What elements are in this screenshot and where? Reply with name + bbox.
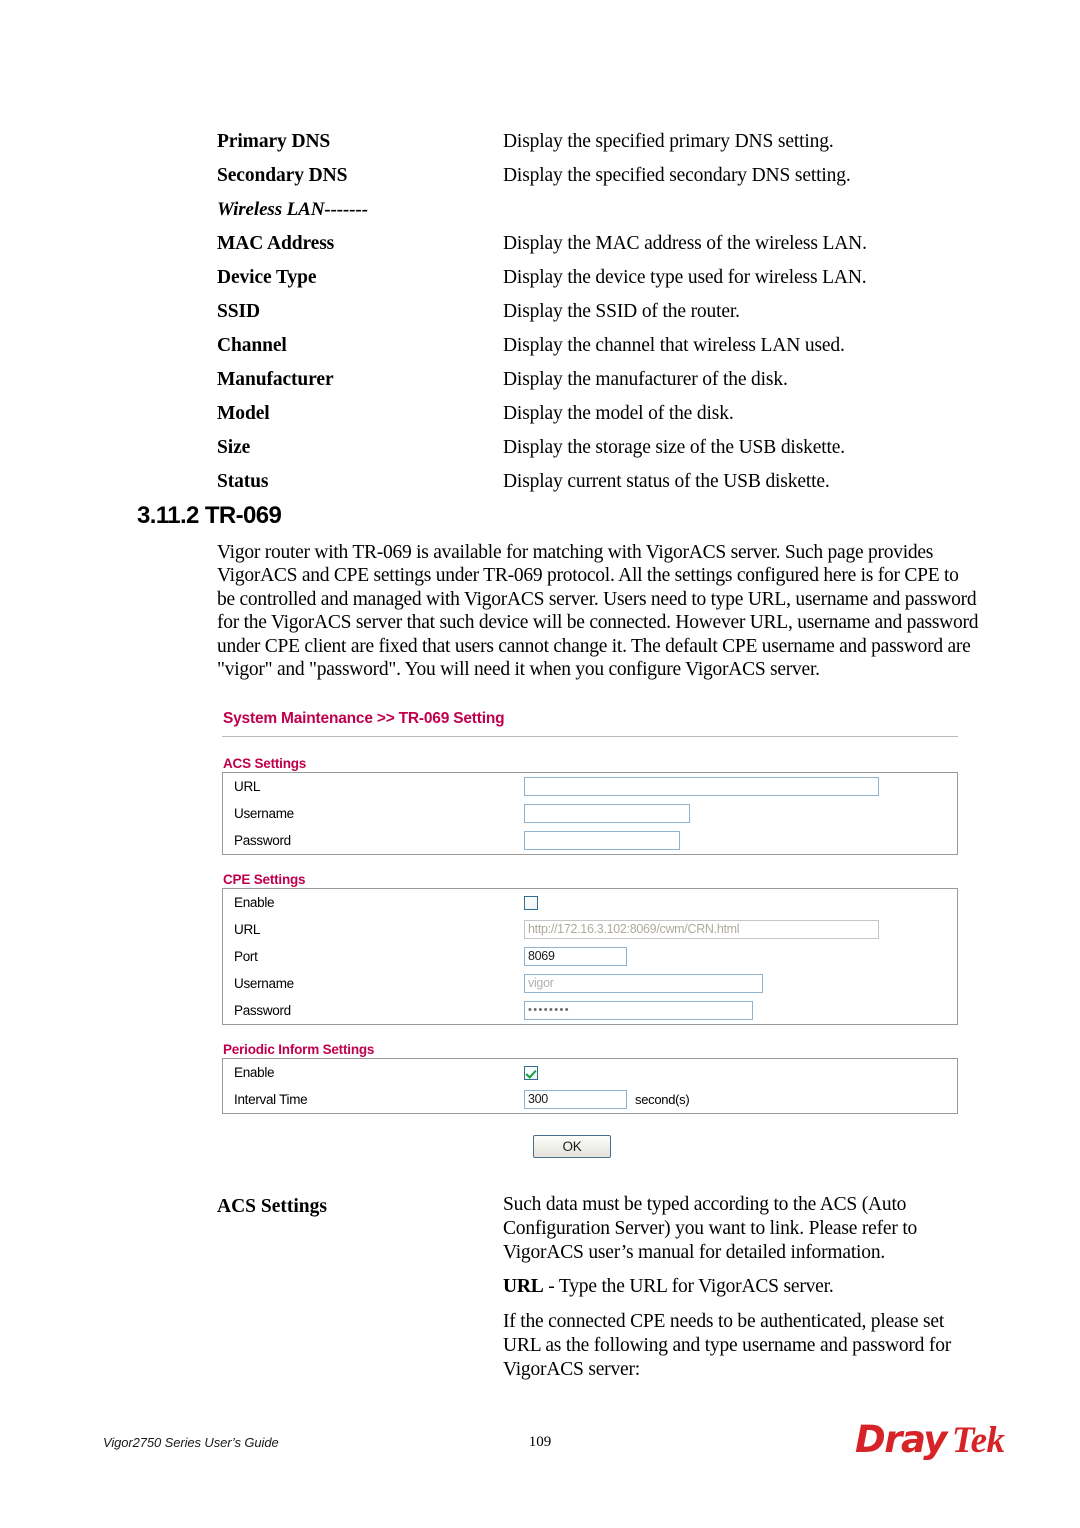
draytek-logo: Dray Tek — [855, 1418, 1005, 1464]
section-heading: 3.11.2 TR-069 — [137, 502, 282, 529]
cpe-password-input[interactable]: •••••••• — [524, 1001, 753, 1020]
definition-description: Display the model of the disk. — [503, 403, 734, 424]
cpe-enable-field — [524, 895, 538, 910]
periodic-interval-input[interactable]: 300 — [524, 1090, 627, 1109]
definition-body-acs-settings: Such data must be typed according to the… — [503, 1193, 982, 1382]
periodic-interval-label: Interval Time — [234, 1092, 308, 1107]
definition-description: Display the SSID of the router. — [503, 301, 740, 322]
definition-row: Secondary DNS Display the specified seco… — [217, 162, 987, 190]
definition-term: SSID — [217, 301, 260, 322]
router-webui-figure: System Maintenance >> TR-069 Setting ACS… — [222, 710, 958, 1158]
section-intro-paragraph: Vigor router with TR-069 is available fo… — [217, 542, 979, 681]
periodic-enable-row: Enable — [223, 1059, 957, 1086]
definition-description: Display the specified primary DNS settin… — [503, 131, 834, 152]
definition-row: Manufacturer Display the manufacturer of… — [217, 366, 987, 394]
breadcrumb-divider — [222, 736, 958, 737]
definition-row: SSID Display the SSID of the router. — [217, 298, 987, 326]
cpe-username-field: vigor — [524, 974, 763, 993]
acs-url-keyword-rest: - Type the URL for VigorACS server. — [543, 1276, 834, 1298]
definition-term: Primary DNS — [217, 131, 331, 152]
definition-term: Size — [217, 437, 251, 458]
periodic-interval-field: 300 second(s) — [524, 1090, 690, 1109]
acs-username-field — [524, 804, 690, 823]
definition-description: Display the storage size of the USB disk… — [503, 437, 846, 458]
definition-description: Display current status of the USB disket… — [503, 471, 830, 492]
definition-row: Wireless LAN------- — [217, 196, 987, 224]
acs-username-label: Username — [234, 806, 294, 821]
definition-row: Channel Display the channel that wireles… — [217, 332, 987, 360]
acs-url-input[interactable] — [524, 777, 879, 796]
definition-term: Channel — [217, 335, 287, 356]
breadcrumb: System Maintenance >> TR-069 Setting — [223, 710, 505, 727]
cpe-username-label: Username — [234, 976, 294, 991]
acs-username-input[interactable] — [524, 804, 690, 823]
definition-row: MAC Address Display the MAC address of t… — [217, 230, 987, 258]
definition-description: Display the MAC address of the wireless … — [503, 233, 867, 254]
definition-block-acs-settings: ACS Settings Such data must be typed acc… — [217, 1193, 982, 1382]
cpe-url-field: http://172.16.3.102:8069/cwm/CRN.html — [524, 920, 879, 939]
cpe-enable-row: Enable — [223, 889, 957, 916]
definition-description: Display the channel that wireless LAN us… — [503, 335, 845, 356]
definition-row: Model Display the model of the disk. — [217, 400, 987, 428]
cpe-settings-title: CPE Settings — [223, 872, 306, 887]
definition-term: Device Type — [217, 267, 317, 288]
definition-description: Display the device type used for wireles… — [503, 267, 867, 288]
acs-password-input[interactable] — [524, 831, 680, 850]
cpe-username-row: Username vigor — [223, 970, 957, 997]
periodic-interval-unit: second(s) — [635, 1092, 690, 1107]
cpe-port-input[interactable]: 8069 — [524, 947, 627, 966]
periodic-enable-checkbox[interactable] — [524, 1065, 538, 1080]
acs-password-field — [524, 831, 680, 850]
cpe-url-row: URL http://172.16.3.102:8069/cwm/CRN.htm… — [223, 916, 957, 943]
cpe-port-row: Port 8069 — [223, 943, 957, 970]
acs-settings-title: ACS Settings — [223, 756, 307, 771]
periodic-enable-field — [524, 1065, 538, 1080]
cpe-port-field: 8069 — [524, 947, 627, 966]
acs-url-row: URL — [223, 773, 957, 800]
periodic-interval-row: Interval Time 300 second(s) — [223, 1086, 957, 1113]
acs-url-label: URL — [234, 779, 261, 794]
cpe-password-label: Password — [234, 1003, 291, 1018]
definition-description: Display the specified secondary DNS sett… — [503, 165, 851, 186]
document-page: Primary DNS Display the specified primar… — [0, 0, 1080, 1528]
cpe-enable-checkbox[interactable] — [524, 895, 538, 910]
cpe-username-input[interactable]: vigor — [524, 974, 763, 993]
cpe-password-row: Password •••••••• — [223, 997, 957, 1024]
cpe-url-label: URL — [234, 922, 261, 937]
cpe-enable-label: Enable — [234, 895, 275, 910]
definition-list-top: Primary DNS Display the specified primar… — [217, 128, 987, 502]
periodic-inform-settings-panel: Enable Interval Time 300 second(s) — [222, 1058, 958, 1114]
definition-row: Size Display the storage size of the USB… — [217, 434, 987, 462]
ok-button[interactable]: OK — [533, 1135, 611, 1158]
acs-paragraph-2: URL - Type the URL for VigorACS server. — [503, 1275, 982, 1299]
periodic-inform-settings-title: Periodic Inform Settings — [223, 1042, 375, 1057]
acs-url-keyword: URL — [503, 1276, 544, 1298]
acs-paragraph-3: If the connected CPE needs to be authent… — [503, 1311, 952, 1380]
definition-term-acs-settings: ACS Settings — [217, 1196, 327, 1217]
acs-paragraph-1: Such data must be typed according to the… — [503, 1194, 918, 1263]
definition-term-wireless-lan: Wireless LAN------- — [217, 199, 368, 220]
cpe-settings-panel: Enable URL http://172.16.3.102:8069/cwm/… — [222, 888, 958, 1025]
ok-button-row: OK — [222, 1135, 958, 1158]
definition-term: MAC Address — [217, 233, 335, 254]
acs-url-field — [524, 777, 879, 796]
acs-settings-panel: URL Username Password — [222, 772, 958, 855]
definition-row: Status Display current status of the USB… — [217, 468, 987, 496]
cpe-port-label: Port — [234, 949, 258, 964]
definition-term: Model — [217, 403, 270, 424]
definition-description: Display the manufacturer of the disk. — [503, 369, 788, 390]
definition-term: Status — [217, 471, 269, 492]
periodic-enable-label: Enable — [234, 1065, 275, 1080]
definition-term: Secondary DNS — [217, 165, 348, 186]
definition-row: Primary DNS Display the specified primar… — [217, 128, 987, 156]
cpe-url-input[interactable]: http://172.16.3.102:8069/cwm/CRN.html — [524, 920, 879, 939]
logo-tek-text: Tek — [951, 1420, 1005, 1461]
acs-username-row: Username — [223, 800, 957, 827]
definition-row: Device Type Display the device type used… — [217, 264, 987, 292]
acs-password-row: Password — [223, 827, 957, 854]
logo-dray-text: Dray — [855, 1418, 947, 1461]
acs-password-label: Password — [234, 833, 291, 848]
definition-term: Manufacturer — [217, 369, 334, 390]
cpe-password-field: •••••••• — [524, 1001, 753, 1020]
